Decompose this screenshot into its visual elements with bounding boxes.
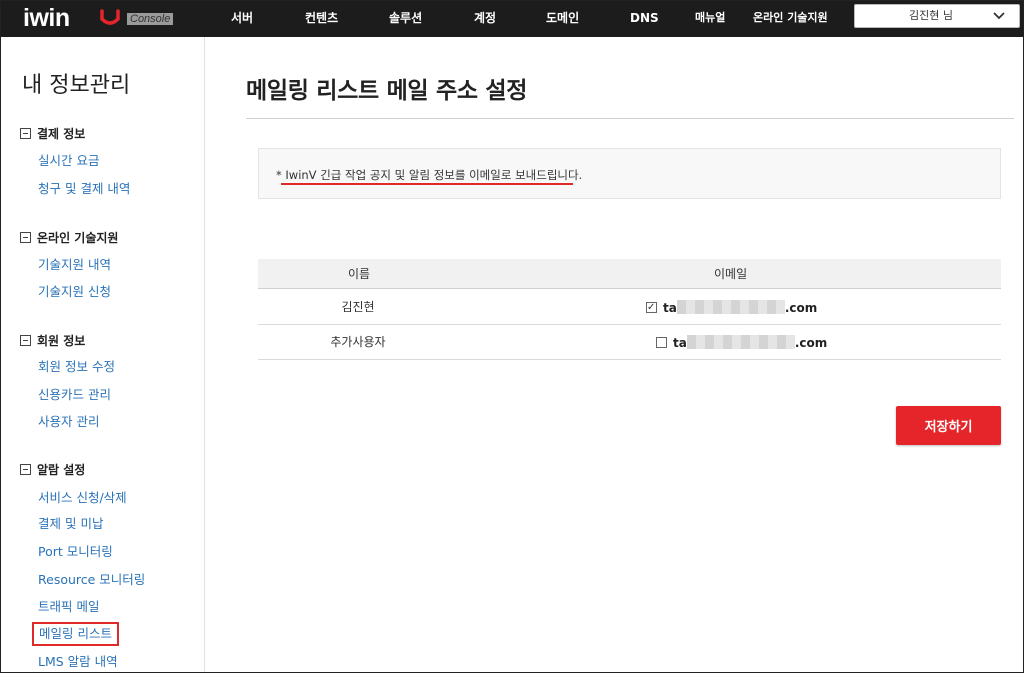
notice-highlight-underline bbox=[281, 183, 573, 185]
sidebar-group-label: 온라인 기술지원 bbox=[37, 231, 119, 245]
sidebar-group-label: 회원 정보 bbox=[37, 334, 86, 348]
collapse-icon bbox=[20, 335, 31, 346]
sidebar-link-credit-card[interactable]: 신용카드 관리 bbox=[38, 387, 111, 403]
sidebar-link-payment-overdue[interactable]: 결제 및 미납 bbox=[38, 516, 103, 532]
collapse-icon bbox=[20, 128, 31, 139]
user-menu-select[interactable]: 김진현 님 bbox=[854, 4, 1020, 28]
nav-solution[interactable]: 솔루션 bbox=[389, 1, 422, 37]
user-name: 김진현 님 bbox=[909, 9, 953, 22]
sidebar-group-payment[interactable]: 결제 정보 bbox=[20, 126, 85, 142]
nav-dns[interactable]: DNS bbox=[630, 1, 659, 37]
email-prefix: ta bbox=[663, 301, 677, 315]
nav-account[interactable]: 계정 bbox=[474, 1, 496, 37]
top-nav: iwin Console 서버 컨텐츠 솔루션 계정 도메인 DNS 매뉴얼 온… bbox=[1, 1, 1023, 37]
redacted-email bbox=[676, 300, 785, 314]
sidebar-link-port-monitoring[interactable]: Port 모니터링 bbox=[38, 544, 113, 560]
notice-text: * IwinV 긴급 작업 공지 및 알림 정보를 이메일로 보내드립니다. bbox=[276, 168, 583, 182]
sidebar-link-support-request[interactable]: 기술지원 신청 bbox=[38, 284, 111, 300]
nav-online-support[interactable]: 온라인 기술지원 bbox=[753, 1, 828, 37]
nav-server[interactable]: 서버 bbox=[231, 1, 253, 37]
header-email: 이메일 bbox=[714, 267, 748, 281]
row-email: ta .com bbox=[656, 335, 827, 351]
page-title: 메일링 리스트 메일 주소 설정 bbox=[246, 78, 528, 104]
sidebar-link-billing-history[interactable]: 청구 및 결제 내역 bbox=[38, 181, 130, 197]
console-window: iwin Console 서버 컨텐츠 솔루션 계정 도메인 DNS 매뉴얼 온… bbox=[0, 0, 1024, 673]
sidebar-link-support-history[interactable]: 기술지원 내역 bbox=[38, 257, 111, 273]
email-checkbox[interactable] bbox=[656, 337, 667, 348]
header-name: 이름 bbox=[348, 267, 371, 281]
sidebar-title: 내 정보관리 bbox=[22, 73, 131, 98]
table-header: 이름 이메일 bbox=[258, 259, 1001, 289]
email-suffix: .com bbox=[794, 336, 828, 350]
table-row: 추가사용자 ta .com bbox=[258, 325, 1001, 360]
sidebar: 내 정보관리 결제 정보 실시간 요금 청구 및 결제 내역 온라인 기술지원 … bbox=[1, 37, 205, 672]
nav-contents[interactable]: 컨텐츠 bbox=[305, 1, 338, 37]
sidebar-link-service-request[interactable]: 서비스 신청/삭제 bbox=[38, 490, 127, 506]
save-button[interactable]: 저장하기 bbox=[896, 406, 1001, 445]
email-prefix: ta bbox=[673, 336, 687, 350]
table-row: 김진현 ta .com bbox=[258, 290, 1001, 325]
chevron-down-icon bbox=[993, 12, 1005, 20]
sidebar-link-mailing-list[interactable]: 메일링 리스트 bbox=[32, 622, 119, 646]
sidebar-link-edit-member[interactable]: 회원 정보 수정 bbox=[38, 359, 115, 375]
notice-box: * IwinV 긴급 작업 공지 및 알림 정보를 이메일로 보내드립니다. bbox=[258, 148, 1001, 199]
console-badge: Console bbox=[127, 13, 174, 25]
nav-domain[interactable]: 도메인 bbox=[546, 1, 579, 37]
sidebar-link-resource-monitoring[interactable]: Resource 모니터링 bbox=[38, 572, 145, 588]
title-divider bbox=[246, 118, 1014, 119]
sidebar-link-user-manage[interactable]: 사용자 관리 bbox=[38, 414, 99, 430]
sidebar-link-realtime-fee[interactable]: 실시간 요금 bbox=[38, 153, 99, 169]
email-suffix: .com bbox=[784, 301, 818, 315]
row-name: 김진현 bbox=[341, 300, 375, 314]
row-name: 추가사용자 bbox=[330, 335, 386, 349]
nav-manual[interactable]: 매뉴얼 bbox=[695, 1, 725, 37]
collapse-icon bbox=[20, 464, 31, 475]
sidebar-group-support[interactable]: 온라인 기술지원 bbox=[20, 230, 118, 246]
email-checkbox[interactable] bbox=[646, 300, 657, 316]
collapse-icon bbox=[20, 232, 31, 243]
row-email: ta .com bbox=[646, 300, 817, 316]
sidebar-group-alarm[interactable]: 알람 설정 bbox=[20, 462, 85, 478]
logo-smile-icon bbox=[100, 9, 120, 25]
logo-text: iwin bbox=[23, 4, 70, 32]
sidebar-link-traffic-mail[interactable]: 트래픽 메일 bbox=[38, 599, 99, 615]
redacted-email bbox=[686, 335, 795, 349]
sidebar-link-lms-alarm[interactable]: LMS 알람 내역 bbox=[38, 654, 118, 670]
sidebar-group-label: 결제 정보 bbox=[37, 127, 86, 141]
sidebar-group-label: 알람 설정 bbox=[37, 463, 86, 477]
sidebar-group-member[interactable]: 회원 정보 bbox=[20, 333, 85, 349]
